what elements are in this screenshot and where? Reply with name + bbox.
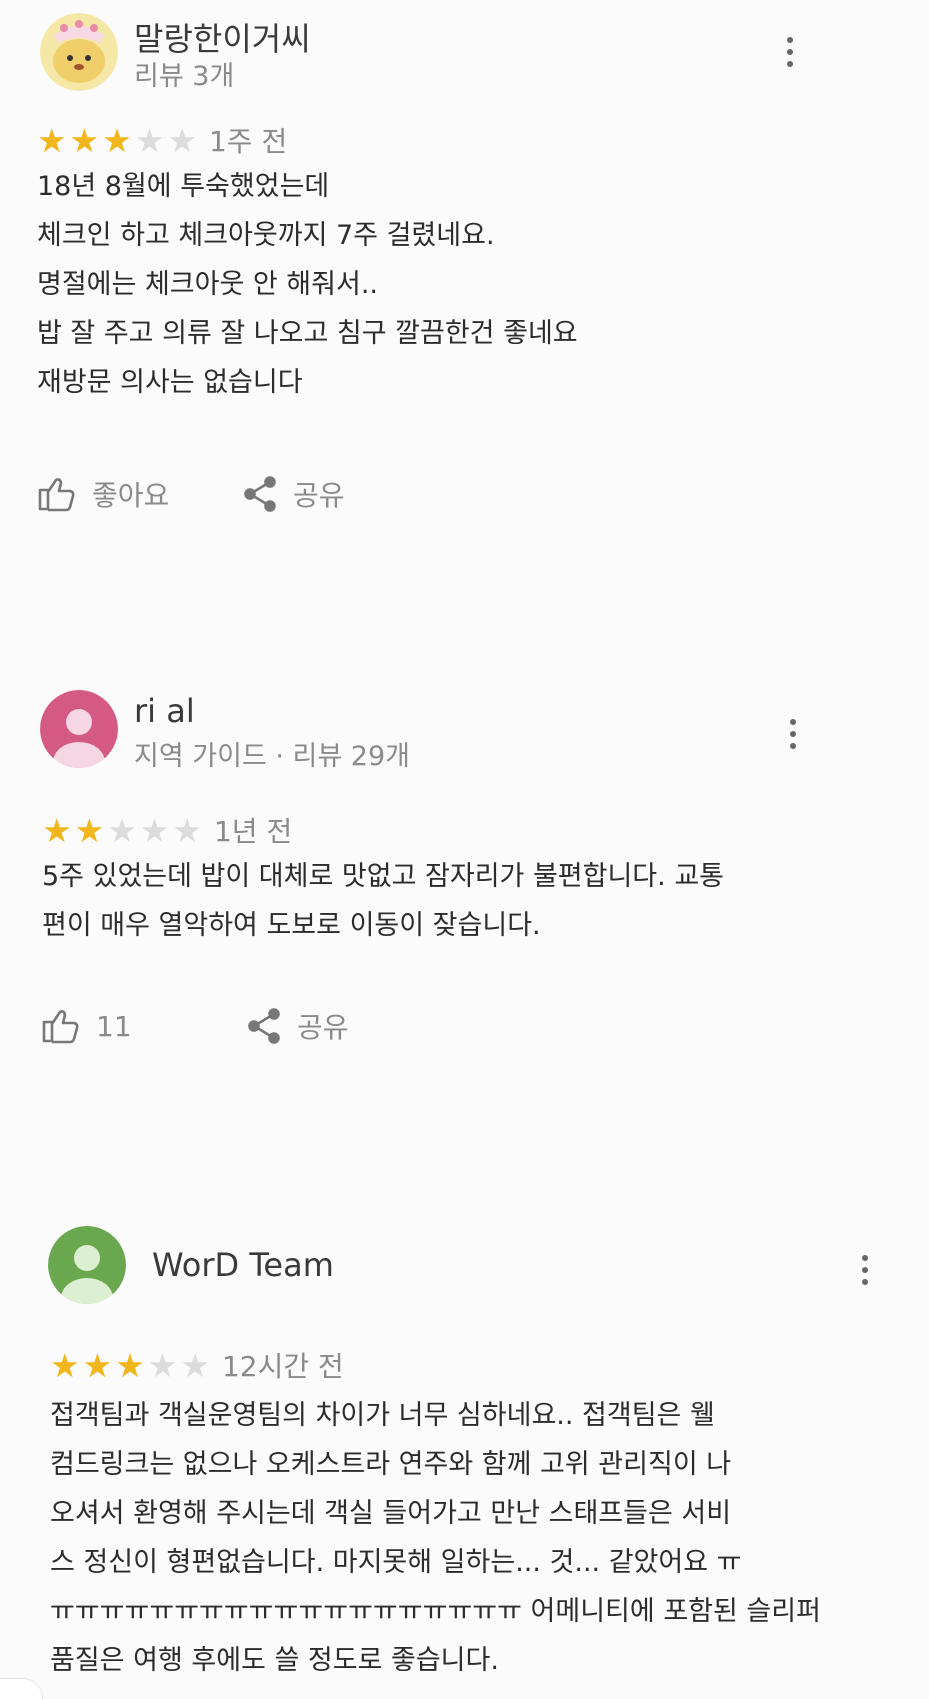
review-text-line: 명절에는 체크아웃 안 해줘서.. (37, 269, 378, 300)
star-filled-icon: ★ (102, 120, 132, 160)
star-filled-icon: ★ (82, 1345, 113, 1385)
review-text-line: 18년 8월에 투숙했었는데 (37, 171, 330, 202)
review-actions: 11 공유 (42, 1006, 349, 1046)
star-empty-icon: ★ (180, 1345, 210, 1385)
star-empty-icon: ★ (167, 120, 197, 160)
star-rating: ★ ★ ★ ★ ★ (42, 814, 202, 847)
star-empty-icon: ★ (134, 120, 165, 160)
review-actions: 좋아요 공유 (38, 474, 345, 514)
star-filled-icon: ★ (69, 120, 100, 160)
star-filled-icon: ★ (74, 810, 105, 850)
bottom-corner-handle (0, 1678, 43, 1699)
thumbs-up-icon (38, 476, 76, 512)
star-empty-icon: ★ (139, 810, 170, 850)
share-label: 공유 (293, 479, 345, 512)
rating-row: ★ ★ ★ ★ ★ 12시간 전 (50, 1345, 344, 1385)
review-text: 5주 있었는데 밥이 대체로 맛없고 잠자리가 불편합니다. 교통 편이 매우 … (42, 852, 724, 950)
review-text-line: ㅠㅠㅠㅠㅠㅠㅠㅠㅠㅠㅠㅠㅠㅠㅠㅠㅠㅠㅠ 어메니티에 포함된 슬리퍼 (50, 1596, 821, 1627)
share-button[interactable]: 공유 (247, 1006, 349, 1046)
review-text-line: 품질은 여행 후에도 쓸 정도로 좋습니다. (50, 1645, 499, 1676)
share-icon (243, 476, 277, 512)
share-icon (247, 1008, 281, 1044)
star-empty-icon: ★ (147, 1345, 178, 1385)
star-rating: ★ ★ ★ ★ ★ (37, 124, 197, 157)
review-text-line: 접객팀과 객실운영팀의 차이가 너무 심하네요.. 접객팀은 웰 (50, 1400, 715, 1431)
review-text-line: 오셔서 환영해 주시는데 객실 들어가고 만난 스태프들은 서비 (50, 1498, 732, 1529)
review-date: 1주 전 (208, 125, 288, 158)
review-text-line: 스 정신이 형편없습니다. 마지못해 일하는... 것... 같았어요 ㅠ (50, 1547, 742, 1578)
more-options-icon[interactable] (783, 714, 803, 754)
star-filled-icon: ★ (50, 1345, 80, 1385)
reviewer-name[interactable]: ri al (134, 692, 195, 730)
share-button[interactable]: 공유 (243, 474, 345, 514)
review-text-line: 밥 잘 주고 의류 잘 나오고 침구 깔끔한건 좋네요 (37, 318, 578, 349)
like-button[interactable]: 좋아요 (38, 474, 243, 514)
review-text-line: 재방문 의사는 없습니다 (37, 367, 303, 398)
person-avatar-icon[interactable] (40, 690, 118, 768)
like-button[interactable]: 11 (42, 1008, 247, 1044)
rating-row: ★ ★ ★ ★ ★ 1년 전 (42, 810, 292, 850)
reviewer-meta: 리뷰 3개 (134, 61, 235, 92)
share-label: 공유 (297, 1011, 349, 1044)
review-text-line: 체크인 하고 체크아웃까지 7주 걸렸네요. (37, 220, 495, 251)
more-options-icon[interactable] (855, 1250, 875, 1290)
reviewer-meta: 지역 가이드 · 리뷰 29개 (134, 741, 410, 772)
star-filled-icon: ★ (37, 120, 67, 160)
thumbs-up-icon (42, 1008, 80, 1044)
like-count: 11 (96, 1009, 132, 1043)
person-avatar-icon[interactable] (48, 1226, 126, 1304)
review-text-line: 컴드링크는 없으나 오케스트라 연주와 함께 고위 관리직이 나 (50, 1449, 732, 1480)
star-filled-icon: ★ (115, 1345, 145, 1385)
review-text: 18년 8월에 투숙했었는데 체크인 하고 체크아웃까지 7주 걸렸네요. 명절… (37, 162, 578, 407)
review-date: 1년 전 (213, 815, 293, 848)
review-date: 12시간 전 (221, 1350, 344, 1383)
review-text: 접객팀과 객실운영팀의 차이가 너무 심하네요.. 접객팀은 웰 컴드링크는 없… (50, 1391, 821, 1685)
star-rating: ★ ★ ★ ★ ★ (50, 1349, 210, 1382)
review-text-line: 편이 매우 열악하여 도보로 이동이 잦습니다. (42, 910, 541, 941)
rating-row: ★ ★ ★ ★ ★ 1주 전 (37, 120, 287, 160)
star-empty-icon: ★ (107, 810, 137, 850)
star-empty-icon: ★ (172, 810, 202, 850)
cartoon-avatar-icon[interactable] (40, 13, 118, 91)
more-options-icon[interactable] (780, 32, 800, 72)
review-text-line: 5주 있었는데 밥이 대체로 맛없고 잠자리가 불편합니다. 교통 (42, 861, 724, 892)
like-label: 좋아요 (92, 479, 170, 512)
reviewer-name[interactable]: WorD Team (152, 1246, 334, 1284)
star-filled-icon: ★ (42, 810, 72, 850)
